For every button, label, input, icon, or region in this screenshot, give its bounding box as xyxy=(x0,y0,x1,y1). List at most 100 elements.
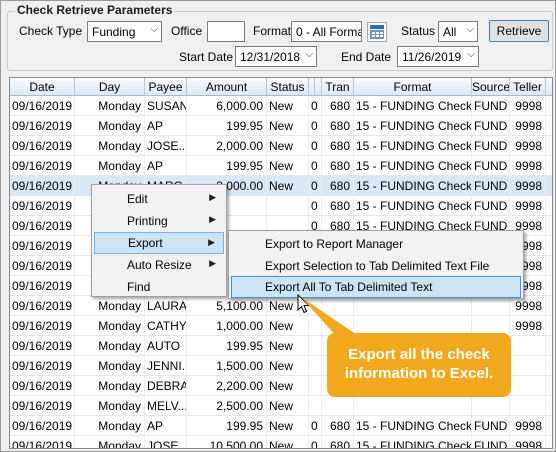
cell-source: FUND xyxy=(472,156,510,176)
menu-item-edit[interactable]: Edit ▶ xyxy=(94,188,224,210)
cell-day: Monday xyxy=(75,376,145,396)
column-header-source[interactable]: Source xyxy=(472,78,510,96)
office-input[interactable] xyxy=(207,21,245,42)
cell-date: 09/16/2019 xyxy=(10,196,75,216)
menu-item-printing[interactable]: Printing ▶ xyxy=(94,210,224,232)
cell-teller: 9998 xyxy=(510,156,546,176)
cell-teller xyxy=(510,396,546,416)
menu-item-find[interactable]: Find xyxy=(94,276,224,298)
format-list-icon[interactable] xyxy=(367,22,387,42)
cell-source: FUND xyxy=(472,96,510,116)
column-header-format[interactable]: Format xyxy=(354,78,472,96)
cell-teller: 9998 xyxy=(510,436,546,448)
menu-item-edit-label: Edit xyxy=(127,192,148,206)
cell-source xyxy=(472,296,510,316)
cell-day: Monday xyxy=(75,396,145,416)
cell-tran: 680 xyxy=(322,416,354,436)
menu-item-export-report-manager[interactable]: Export to Report Manager xyxy=(231,233,521,255)
cell-c xyxy=(309,356,322,376)
menu-item-export[interactable]: Export ▶ xyxy=(94,232,224,254)
table-row[interactable]: 09/16/2019 Monday AP 199.95 New 0 680 15 - FUND… xyxy=(10,156,552,176)
cell-date: 09/16/2019 xyxy=(10,336,75,356)
cell-status: New xyxy=(267,136,309,156)
cell-amount: 2,000.00 xyxy=(187,136,267,156)
cell-amount: 6,000.00 xyxy=(187,96,267,116)
menu-item-auto-resize[interactable]: Auto Resize ▶ xyxy=(94,254,224,276)
start-date-value: 12/31/2018 xyxy=(240,50,301,64)
retrieve-button[interactable]: Retrieve xyxy=(489,20,549,42)
table-row[interactable]: 09/16/2019 Monday JOSE 10,500.00 New 0 680 15 -… xyxy=(10,436,552,448)
status-label: Status xyxy=(401,24,436,38)
cell-payee: SUSAN xyxy=(145,96,187,116)
column-header-teller[interactable]: Teller xyxy=(510,78,546,96)
status-select[interactable]: All ⌵ xyxy=(438,21,478,42)
submenu-arrow-icon: ▶ xyxy=(209,258,216,268)
cell-tran: 680 xyxy=(322,436,354,448)
chevron-down-icon: ⌵ xyxy=(466,24,474,35)
cell-teller xyxy=(510,376,546,396)
menu-item-find-label: Find xyxy=(127,280,151,294)
cell-c xyxy=(309,396,322,416)
column-header-date[interactable]: Date xyxy=(10,78,75,96)
column-header-tran[interactable]: Tran xyxy=(322,78,354,96)
menu-item-export-label: Export xyxy=(128,236,163,250)
cell-date: 09/16/2019 xyxy=(10,396,75,416)
cell-payee: JOSE... xyxy=(145,136,187,156)
submenu-arrow-icon: ▶ xyxy=(209,214,216,224)
table-row[interactable]: 09/16/2019 Monday LAURA 5,100.00 New 9998 xyxy=(10,296,552,316)
cell-source: FUND xyxy=(472,436,510,448)
cell-amount: 199.95 xyxy=(187,416,267,436)
cell-date: 09/16/2019 xyxy=(10,276,75,296)
cell-teller xyxy=(510,356,546,376)
column-header-status[interactable]: Status xyxy=(267,78,309,96)
cell-date: 09/16/2019 xyxy=(10,176,75,196)
cell-amount: 10,500.00 xyxy=(187,436,267,448)
menu-item-printing-label: Printing xyxy=(127,214,168,228)
table-row[interactable]: 09/16/2019 Monday AP 199.95 New 0 680 15 - FUND… xyxy=(10,416,552,436)
menu-item-auto-resize-label: Auto Resize xyxy=(127,258,192,272)
cell-tran: 680 xyxy=(322,196,354,216)
table-row[interactable]: 09/16/2019 Monday SUSAN 6,000.00 New 0 680 15 -… xyxy=(10,96,552,116)
check-type-select[interactable]: Funding ⌵ xyxy=(87,21,162,42)
cell-source: FUND xyxy=(472,196,510,216)
column-header-narrow-2[interactable] xyxy=(315,78,322,96)
check-type-value: Funding xyxy=(92,25,136,39)
cell-status xyxy=(267,196,309,216)
cell-teller: 9998 xyxy=(510,176,546,196)
cell-status: New xyxy=(267,176,309,196)
cell-amount: 5,100.00 xyxy=(187,296,267,316)
start-date-picker[interactable]: 12/31/2018 ⌵ xyxy=(235,46,317,67)
cell-c: 0 xyxy=(309,156,322,176)
chevron-down-icon: ⌵ xyxy=(467,49,475,60)
cell-status: New xyxy=(267,96,309,116)
menu-item-export-all-tab[interactable]: Export All To Tab Delimited Text xyxy=(231,276,521,298)
menu-item-export-selection-tab[interactable]: Export Selection to Tab Delimited Text F… xyxy=(231,255,521,277)
format-value: 0 - All Formats xyxy=(296,25,361,39)
format-field[interactable]: 0 - All Formats xyxy=(291,21,362,42)
table-row[interactable]: 09/16/2019 Monday JOSE... 2,000.00 New 0 680 15… xyxy=(10,136,552,156)
table-row[interactable]: 09/16/2019 Monday AP 199.95 New 0 680 15 - FUND… xyxy=(10,116,552,136)
status-value: All xyxy=(443,25,457,39)
cell-status: New xyxy=(267,356,309,376)
table-row[interactable]: 09/16/2019 Monday MELV... 2,500.00 New xyxy=(10,396,552,416)
cell-day: Monday xyxy=(75,336,145,356)
cell-status: New xyxy=(267,396,309,416)
cell-payee: AP xyxy=(145,156,187,176)
cell-amount: 1,500.00 xyxy=(187,356,267,376)
cell-date: 09/16/2019 xyxy=(10,356,75,376)
cell-status: New xyxy=(267,116,309,136)
cell-c: 0 xyxy=(309,196,322,216)
cell-teller: 9998 xyxy=(510,296,546,316)
cell-payee: LAURA xyxy=(145,296,187,316)
cell-teller: 9998 xyxy=(510,136,546,156)
cell-format: 15 - FUNDING Check xyxy=(354,436,472,448)
column-header-day[interactable]: Day xyxy=(75,78,145,96)
column-header-amount[interactable]: Amount xyxy=(187,78,267,96)
cell-status: New xyxy=(267,436,309,448)
column-header-payee[interactable]: Payee xyxy=(145,78,187,96)
end-date-picker[interactable]: 11/26/2019 ⌵ xyxy=(397,46,479,67)
cell-format xyxy=(354,396,472,416)
column-header-number[interactable]: # xyxy=(546,78,552,96)
cell-teller: 9998 xyxy=(510,416,546,436)
cell-source: FUND xyxy=(472,176,510,196)
